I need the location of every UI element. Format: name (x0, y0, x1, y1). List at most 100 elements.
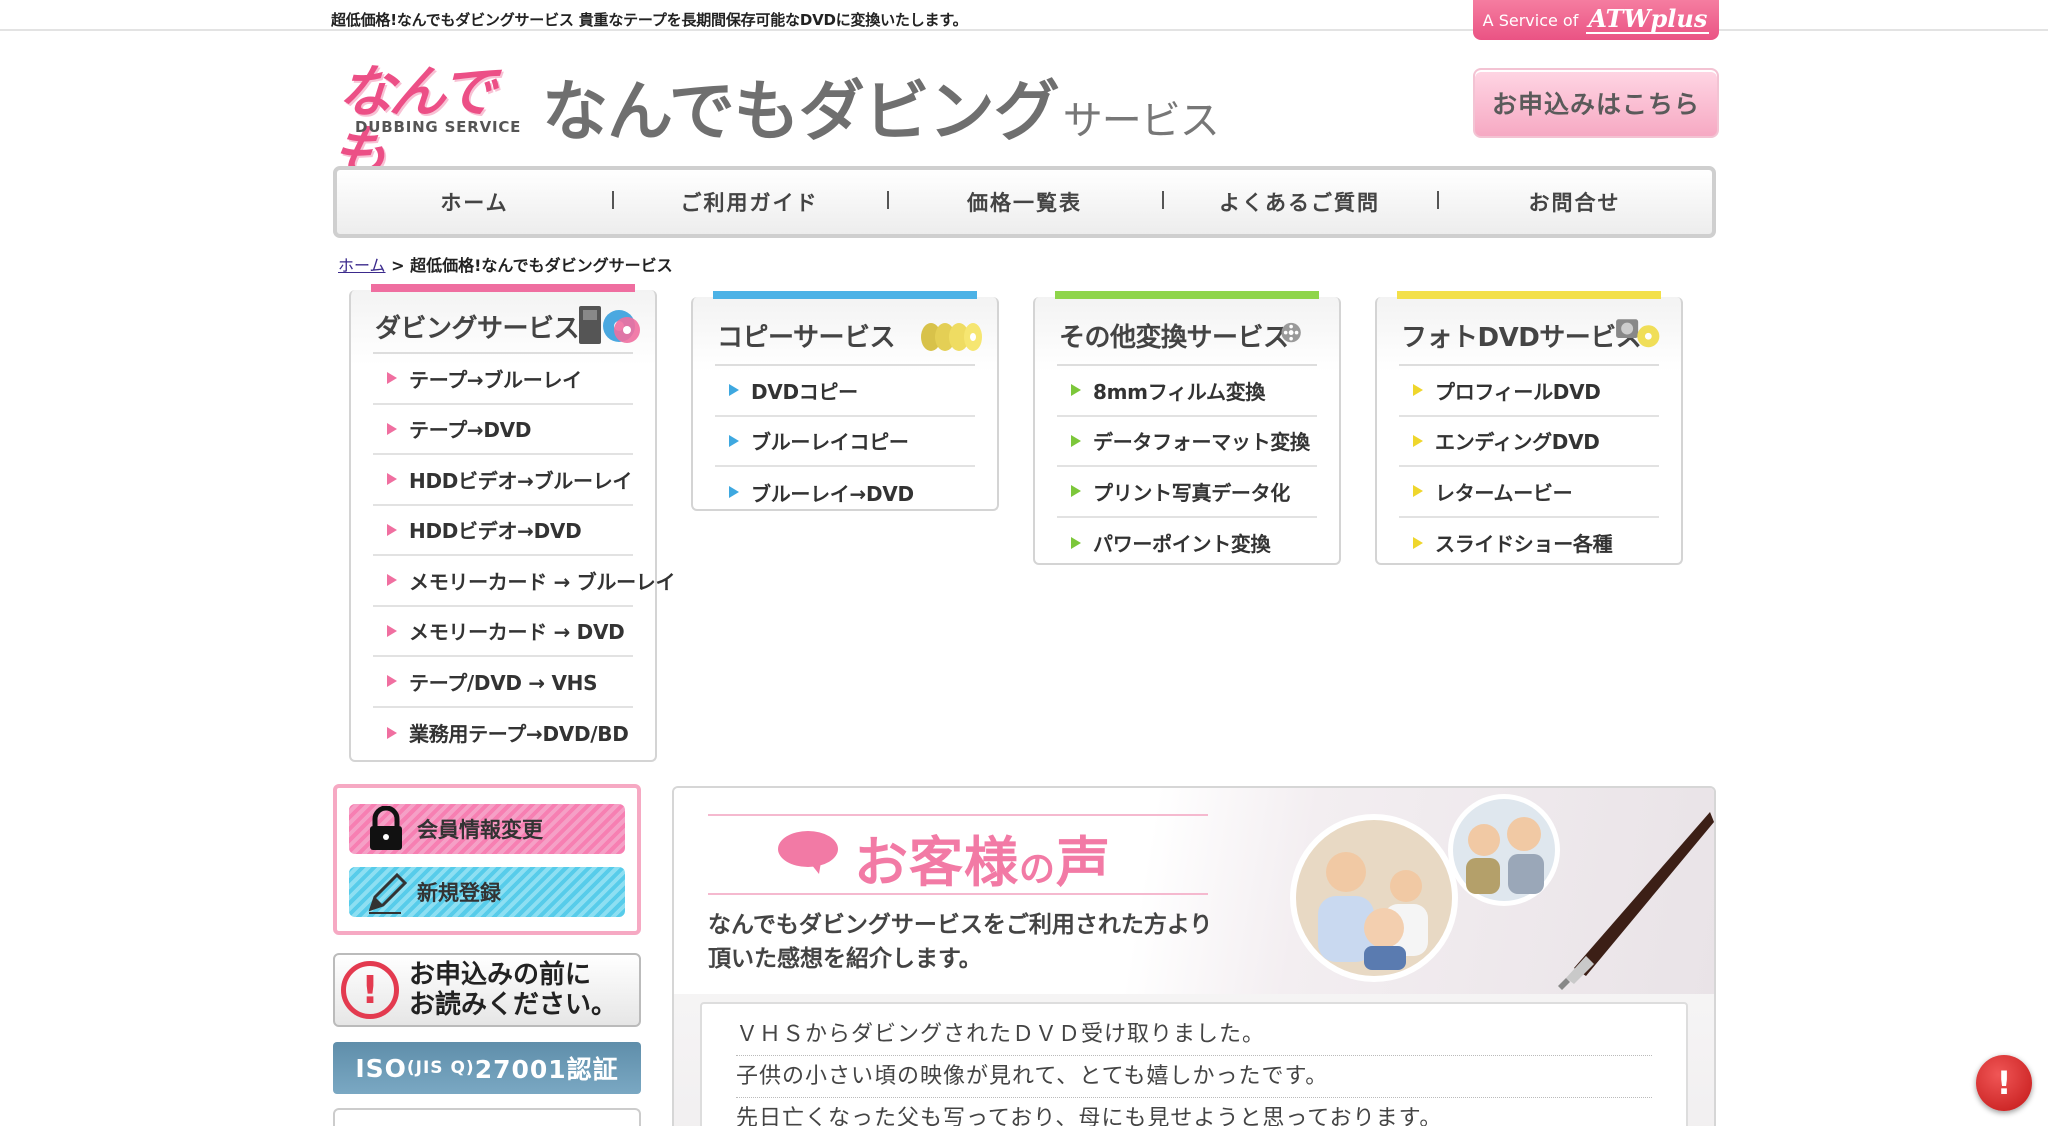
site-logo[interactable]: なんでも DUBBING SERVICE (328, 60, 525, 185)
card-photo-dvd-service: フォトDVDサービス プロフィールDVD エンディングDVD レタームービー ス… (1375, 291, 1683, 568)
list-item[interactable]: パワーポイント変換 (1057, 518, 1317, 569)
breadcrumb-separator: > (391, 256, 405, 275)
bullet-arrow-icon (1413, 485, 1423, 498)
testimonial-line: 先日亡くなった父も写っており、母にも見せようと思っております。 (736, 1098, 1652, 1126)
other-conversion-list: 8mmフィルム変換 データフォーマット変換 プリント写真データ化 パワーポイント… (1057, 364, 1317, 568)
nav-faq[interactable]: よくあるご質問 (1162, 187, 1437, 217)
read-before-applying-button[interactable]: ! お申込みの前に お読みください。 (333, 953, 641, 1027)
speech-bubble-icon (778, 831, 838, 874)
breadcrumb: ホーム > 超低価格!なんでもダビングサービス (338, 252, 673, 276)
breadcrumb-current: 超低価格!なんでもダビングサービス (410, 256, 673, 275)
copy-service-list: DVDコピー ブルーレイコピー ブルーレイ→DVD (715, 364, 975, 518)
global-nav: ホーム ご利用ガイド 価格一覧表 よくあるご質問 お問合せ (333, 166, 1716, 238)
list-item[interactable]: エンディングDVD (1399, 417, 1659, 467)
bullet-arrow-icon (387, 726, 397, 739)
site-tagline: 超低価格!なんでもダビングサービス 貴重なテープを長期間保存可能なDVDに変換い… (331, 11, 968, 29)
list-item[interactable]: 8mmフィルム変換 (1057, 366, 1317, 417)
notice-text: お申込みの前に お読みください。 (409, 960, 618, 1020)
list-item[interactable]: レタームービー (1399, 467, 1659, 518)
card-accent-bar (1055, 291, 1319, 299)
list-item[interactable]: ブルーレイ→DVD (715, 467, 975, 518)
breadcrumb-home-link[interactable]: ホーム (338, 256, 386, 275)
card-title: その他変換サービス (1059, 323, 1289, 353)
bullet-arrow-icon (729, 434, 739, 447)
list-item[interactable]: テープ→DVD (373, 405, 633, 455)
bullet-arrow-icon (1071, 384, 1081, 397)
card-dubbing-service: ダビングサービス テープ→ブルーレイ テープ→DVD HDDビデオ→ブルーレイ … (349, 284, 675, 762)
card-title: コピーサービス (717, 323, 895, 353)
nav-home[interactable]: ホーム (337, 187, 612, 217)
customer-photos-image (1290, 794, 1714, 990)
nav-guide[interactable]: ご利用ガイド (612, 187, 887, 217)
floating-alert-button[interactable]: ! (1976, 1055, 2032, 1111)
photo-dvd-list: プロフィールDVD エンディングDVD レタームービー スライドショー各種 (1399, 364, 1659, 568)
exclamation-icon: ! (341, 961, 399, 1019)
card-title: フォトDVDサービス (1401, 323, 1642, 353)
list-item[interactable]: 業務用テープ→DVD/BD (373, 708, 633, 759)
list-item[interactable]: DVDコピー (715, 366, 975, 417)
film-reel-icon (1281, 322, 1301, 343)
voice-lead-text: なんでもダビングサービスをご利用された方より 頂いた感想を紹介します。 (708, 912, 1213, 972)
member-box: 会員情報変更 新規登録 (333, 784, 641, 935)
top-bar: 超低価格!なんでもダビングサービス 貴重なテープを長期間保存可能なDVDに変換い… (0, 0, 2048, 31)
bullet-arrow-icon (1071, 485, 1081, 498)
customer-voice-title: お客様の声 (854, 831, 1112, 894)
new-registration-button[interactable]: 新規登録 (349, 867, 625, 917)
list-item[interactable]: テープ→ブルーレイ (373, 354, 633, 405)
testimonial-line: 子供の小さい頃の映像が見れて、とても嬉しかったです。 (736, 1056, 1652, 1098)
site-title-sub: サービス (1062, 98, 1220, 144)
list-item[interactable]: テープ/DVD → VHS (373, 657, 633, 708)
bullet-arrow-icon (1413, 384, 1423, 397)
apply-button[interactable]: お申込みはこちら (1473, 68, 1719, 138)
bullet-arrow-icon (387, 624, 397, 637)
bullet-arrow-icon (729, 384, 739, 397)
list-item[interactable]: プリント写真データ化 (1057, 467, 1317, 518)
list-item[interactable]: HDDビデオ→ブルーレイ (373, 455, 633, 506)
list-item[interactable]: メモリーカード → DVD (373, 607, 633, 657)
list-item[interactable]: メモリーカード → ブルーレイ (373, 556, 675, 607)
customer-voice-panel: お客様の声 なんでもダビングサービスをご利用された方より 頂いた感想を紹介します… (672, 786, 1716, 1126)
card-copy-service: コピーサービス DVDコピー ブルーレイコピー ブルーレイ→DVD (691, 291, 999, 511)
list-item[interactable]: ブルーレイコピー (715, 417, 975, 467)
exclamation-icon: ! (1996, 1064, 2012, 1102)
bullet-arrow-icon (387, 523, 397, 536)
bullet-arrow-icon (387, 473, 397, 486)
bullet-arrow-icon (387, 675, 397, 688)
logo-english: DUBBING SERVICE (355, 118, 522, 136)
site-title-main: なんでもダビング (542, 73, 1060, 150)
bullet-arrow-icon (387, 574, 397, 587)
atwplus-logo: ATWplus (1586, 4, 1710, 34)
nav-price-list[interactable]: 価格一覧表 (887, 187, 1162, 217)
camera-disc-icon (1616, 319, 1660, 348)
list-item[interactable]: データフォーマット変換 (1057, 417, 1317, 467)
list-item[interactable]: スライドショー各種 (1399, 518, 1659, 569)
dubbing-service-list: テープ→ブルーレイ テープ→DVD HDDビデオ→ブルーレイ HDDビデオ→DV… (373, 352, 675, 759)
card-accent-bar (1397, 291, 1661, 299)
bullet-arrow-icon (729, 486, 739, 499)
member-info-edit-button[interactable]: 会員情報変更 (349, 804, 625, 854)
bullet-arrow-icon (1413, 434, 1423, 447)
bullet-arrow-icon (387, 372, 397, 385)
list-item[interactable]: プロフィールDVD (1399, 366, 1659, 417)
iso-27001-badge[interactable]: ISO (JIS Q) 27001認証 (333, 1042, 641, 1094)
card-title: ダビングサービス (375, 314, 580, 344)
member-info-edit-label: 会員情報変更 (417, 818, 543, 842)
list-item[interactable]: HDDビデオ→DVD (373, 506, 633, 556)
card-accent-bar (713, 291, 977, 299)
card-accent-bar (371, 284, 635, 292)
divider (708, 814, 1208, 816)
testimonial-line: ＶＨＳからダビングされたＤＶＤ受け取りました。 (736, 1014, 1652, 1056)
video-tape-disc-icon (579, 306, 640, 344)
site-title: なんでもダビング サービス (542, 58, 1220, 154)
service-of-label: A Service of (1482, 10, 1579, 30)
padlock-icon (370, 806, 402, 850)
testimonial-box: ＶＨＳからダビングされたＤＶＤ受け取りました。 子供の小さい頃の映像が見れて、と… (700, 1002, 1688, 1126)
new-registration-label: 新規登録 (417, 881, 501, 905)
bullet-arrow-icon (1071, 536, 1081, 549)
sidebar-next-box (333, 1108, 641, 1126)
nav-contact[interactable]: お問合せ (1437, 187, 1712, 217)
atwplus-service-badge[interactable]: A Service of ATWplus (1473, 0, 1719, 40)
disc-stack-icon (921, 323, 982, 351)
divider (708, 893, 1208, 895)
bullet-arrow-icon (1413, 536, 1423, 549)
